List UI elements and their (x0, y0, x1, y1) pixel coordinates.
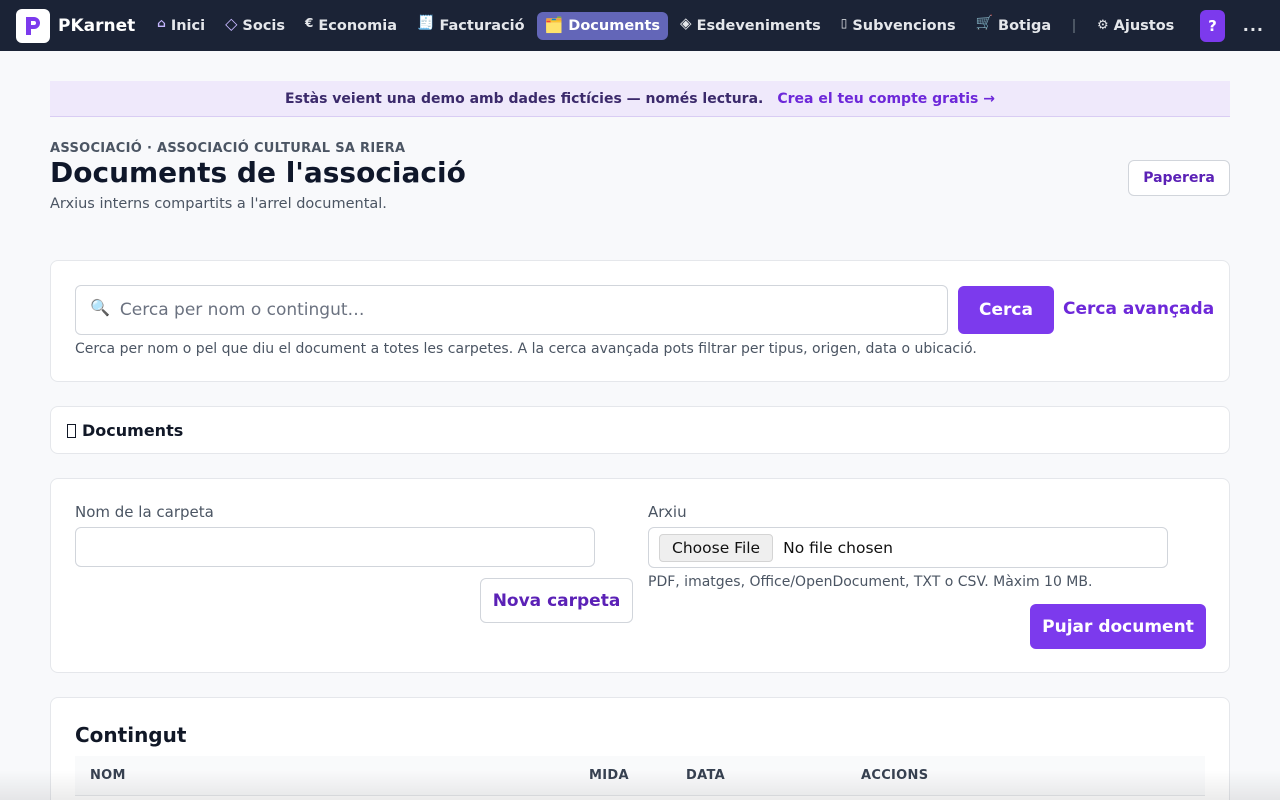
nav-item-inici[interactable]: ⌂ Inici (149, 13, 213, 39)
nav-item-label: Economia (318, 17, 398, 34)
breadcrumb: Documents (50, 406, 1230, 454)
help-button[interactable]: ? (1200, 9, 1225, 42)
advanced-search-link[interactable]: Cerca avançada (1063, 299, 1214, 319)
brand-name: PKarnet (58, 15, 136, 36)
nav-item-subvencions[interactable]: ▯ Subvencions (833, 13, 964, 39)
more-menu-button[interactable]: ... (1243, 16, 1264, 35)
no-file-text: No file chosen (783, 538, 893, 557)
brand-logo-icon (16, 8, 50, 43)
event-diamond-icon: ◈ (680, 13, 692, 32)
search-icon: 🔍 (90, 297, 110, 317)
search-card: 🔍 Cerca per nom o contingut… Cerca Cerca… (50, 260, 1230, 382)
folder-name-label: Nom de la carpeta (75, 503, 214, 521)
page-title: Documents de l'associació (50, 156, 466, 189)
nav-item-economia[interactable]: € Economia (297, 13, 405, 39)
create-account-link[interactable]: Crea el teu compte gratis → (777, 91, 995, 107)
file-help-text: PDF, imatges, Office/OpenDocument, TXT o… (648, 574, 1093, 590)
folder-icon (67, 423, 76, 438)
upload-document-button[interactable]: Pujar document (1030, 604, 1206, 649)
home-icon: ⌂ (157, 15, 166, 30)
nav-item-socis[interactable]: ◇ Socis (217, 11, 293, 40)
nav-item-botiga[interactable]: 🛒 Botiga (968, 13, 1060, 39)
top-navbar: PKarnet ⌂ Inici ◇ Socis € Economia 🧾 Fac… (0, 0, 1280, 51)
nav-item-label: Ajustos (1113, 17, 1175, 34)
column-header-actions: ACCIONS (861, 768, 929, 783)
column-header-date[interactable]: DATA (686, 768, 725, 783)
column-header-name[interactable]: NOM (90, 768, 126, 783)
file-label: Arxiu (648, 503, 687, 521)
search-button[interactable]: Cerca (958, 286, 1054, 334)
euro-icon: € (305, 15, 314, 30)
content-title: Contingut (75, 723, 187, 747)
demo-banner: Estàs veient una demo amb dades fictície… (50, 81, 1230, 117)
folder-icon: 🗂️ (544, 15, 564, 34)
nav-item-documents[interactable]: 🗂️ Documents (536, 11, 669, 40)
demo-banner-text: Estàs veient una demo amb dades fictície… (285, 90, 764, 107)
nav-item-esdeveniments[interactable]: ◈ Esdeveniments (672, 12, 829, 40)
column-header-size[interactable]: MIDA (589, 768, 629, 783)
choose-file-button[interactable]: Choose File (659, 533, 774, 562)
nav-item-label: Inici (170, 17, 206, 34)
main-nav: ⌂ Inici ◇ Socis € Economia 🧾 Facturació … (149, 11, 1059, 40)
breadcrumb-label: Documents (82, 421, 184, 440)
trash-button[interactable]: Paperera (1128, 160, 1230, 196)
association-eyebrow: ASSOCIACIÓ · ASSOCIACIÓ CULTURAL SA RIER… (50, 141, 406, 156)
upload-card: Nom de la carpeta Nova carpeta Arxiu Cho… (50, 478, 1230, 673)
nav-item-label: Subvencions (852, 17, 956, 34)
folder-name-input[interactable] (75, 527, 595, 567)
brand[interactable]: PKarnet (16, 8, 136, 43)
search-placeholder: Cerca per nom o contingut… (119, 300, 365, 320)
receipt-icon: 🧾 (417, 14, 435, 31)
nav-item-ajustos[interactable]: ⚙ Ajustos (1089, 13, 1182, 39)
file-input[interactable]: Choose File No file chosen (648, 527, 1168, 568)
nav-item-label: Socis (242, 17, 286, 34)
nav-item-label: Botiga (998, 17, 1052, 34)
nav-item-label: Facturació (439, 17, 525, 34)
search-help-text: Cerca per nom o pel que diu el document … (75, 341, 977, 357)
nav-item-facturacio[interactable]: 🧾 Facturació (409, 13, 533, 39)
content-card: Contingut NOM MIDA DATA ACCIONS (50, 697, 1230, 800)
new-folder-button[interactable]: Nova carpeta (480, 578, 633, 623)
nav-item-label: Documents (568, 17, 661, 34)
table-header: NOM MIDA DATA ACCIONS (75, 756, 1205, 796)
breadcrumb-root[interactable]: Documents (67, 421, 183, 440)
grant-icon: ▯ (840, 15, 848, 30)
gear-icon: ⚙ (1096, 18, 1109, 33)
page-subtitle: Arxius interns compartits a l'arrel docu… (50, 196, 387, 212)
nav-divider (1073, 18, 1075, 33)
cart-icon: 🛒 (975, 14, 994, 31)
nav-item-label: Esdeveniments (696, 17, 821, 34)
search-input[interactable]: 🔍 Cerca per nom o contingut… (75, 285, 948, 335)
diamond-icon: ◇ (225, 14, 238, 33)
